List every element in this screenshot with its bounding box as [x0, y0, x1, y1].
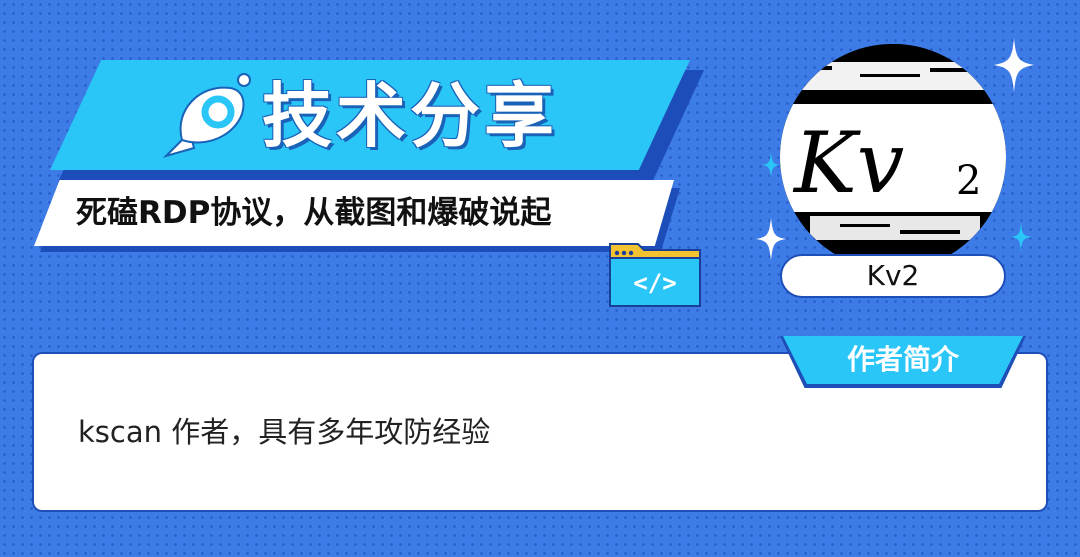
- author-intro-text: kscan 作者，具有多年攻防经验: [78, 415, 491, 449]
- avatar-text-sub: 2: [956, 158, 981, 204]
- article-subtitle: 死磕RDP协议，从截图和爆破说起: [76, 195, 552, 231]
- author-avatar: Kv 2: [780, 44, 1006, 270]
- code-glyph: </>: [633, 269, 676, 297]
- intro-tab-label: 作者简介: [846, 343, 959, 376]
- avatar-image: Kv 2: [780, 44, 1006, 270]
- sparkle-icon: [756, 218, 786, 260]
- avatar-text-main: Kv: [792, 114, 904, 212]
- author-name: Kv2: [780, 254, 1006, 298]
- fish-logo-icon: [162, 73, 251, 159]
- banner-title: 技术分享: [262, 75, 558, 157]
- sparkle-icon: [1010, 222, 1032, 252]
- sparkle-icon: [762, 152, 780, 178]
- code-folder-icon: </>: [609, 243, 701, 307]
- sparkle-icon: [994, 38, 1034, 92]
